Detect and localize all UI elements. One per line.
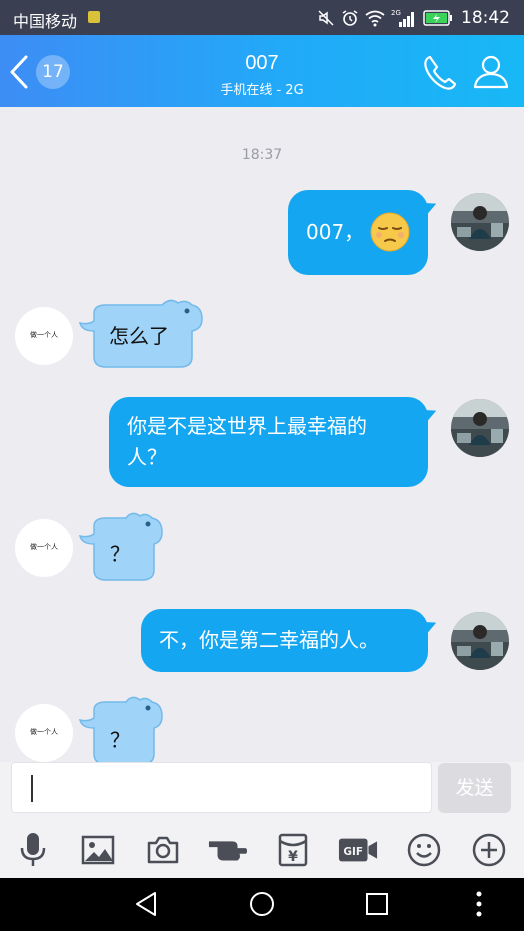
system-nav-bar [0, 878, 524, 931]
message-text: ？ [110, 542, 130, 566]
input-toolbar: ¥ GIF [0, 820, 524, 878]
carrier-label: 中国移动 [13, 12, 78, 31]
circle-home-icon [250, 892, 274, 916]
more-button[interactable] [469, 830, 509, 870]
vertical-dots-icon [476, 891, 482, 917]
message-bubble-sent[interactable]: 007， [288, 190, 428, 275]
pensive-face-emoji-icon [370, 212, 410, 252]
battery-icon [423, 10, 452, 26]
message-input[interactable] [11, 762, 432, 813]
nav-recents-button[interactable] [364, 890, 390, 922]
chat-header: 17 007 手机在线 - 2G [0, 35, 524, 107]
network-badge: 2G [391, 9, 401, 17]
text-caret [31, 775, 33, 802]
my-avatar[interactable] [451, 193, 509, 251]
image-button[interactable] [78, 830, 118, 870]
camera-button[interactable] [143, 830, 183, 870]
status-time: 18:42 [461, 8, 510, 28]
square-recents-icon [366, 893, 388, 915]
svg-text:¥: ¥ [288, 849, 298, 865]
microphone-icon [20, 833, 46, 866]
status-icons: 2G 18:42 [317, 6, 510, 30]
nav-back-button[interactable] [133, 890, 159, 922]
voice-button[interactable] [13, 830, 53, 870]
message-bubble-sent[interactable]: 你是不是这世界上最幸福的 人？ [109, 397, 428, 487]
send-button[interactable]: 发送 [438, 763, 511, 813]
person-icon [473, 55, 509, 89]
triangle-back-icon [136, 892, 156, 916]
gif-icon: GIF [338, 838, 378, 862]
profile-button[interactable] [472, 53, 510, 95]
red-packet-button[interactable]: ¥ [273, 830, 313, 870]
plus-icon [472, 833, 506, 867]
message-bubble-received[interactable]: ？ [76, 510, 168, 582]
call-button[interactable] [421, 53, 459, 95]
message-timestamp: 18:37 [241, 147, 283, 163]
wifi-icon [365, 10, 385, 27]
emoji-icon [407, 833, 441, 867]
message-composer: 发送 [0, 762, 524, 820]
emoji-button[interactable] [404, 830, 444, 870]
my-avatar[interactable] [451, 399, 509, 457]
camera-icon [147, 836, 179, 864]
message-text: 怎么了 [109, 324, 169, 348]
avatar-photo [451, 399, 509, 457]
nav-home-button[interactable] [248, 890, 276, 922]
contact-avatar[interactable]: 做一个人 [15, 704, 73, 762]
poke-icon [208, 841, 248, 861]
my-avatar[interactable] [451, 612, 509, 670]
message-text-line2: 人？ [127, 445, 167, 469]
avatar-photo [451, 193, 509, 251]
alarm-icon [342, 10, 358, 26]
message-bubble-received[interactable]: 怎么了 [76, 297, 208, 369]
gif-button[interactable]: GIF [338, 830, 378, 870]
image-icon [81, 835, 115, 865]
message-list[interactable]: 18:37 007， 做一个人 怎么了 你是不是这世界上最幸福的 人？ 做一个人… [0, 107, 524, 762]
mute-icon [318, 10, 334, 26]
contact-avatar[interactable]: 做一个人 [15, 519, 73, 577]
contact-avatar[interactable]: 做一个人 [15, 307, 73, 365]
signal-icon: 2G [391, 9, 414, 27]
message-bubble-sent[interactable]: 不，你是第二幸福的人。 [141, 609, 428, 672]
message-text-line1: 你是不是这世界上最幸福的 [127, 414, 367, 438]
message-text: 不，你是第二幸福的人。 [159, 628, 379, 652]
phone-icon [424, 55, 457, 90]
message-bubble-received[interactable]: ？ [76, 694, 168, 762]
message-text: 007， [306, 220, 365, 244]
sim-icon [88, 11, 100, 23]
svg-text:GIF: GIF [343, 846, 363, 858]
message-text: ？ [110, 728, 130, 752]
nav-menu-button[interactable] [474, 890, 484, 924]
red-packet-icon: ¥ [278, 833, 308, 867]
avatar-photo [451, 612, 509, 670]
poke-button[interactable] [208, 830, 248, 870]
status-bar: 中国移动 2G 18:42 [0, 0, 524, 35]
